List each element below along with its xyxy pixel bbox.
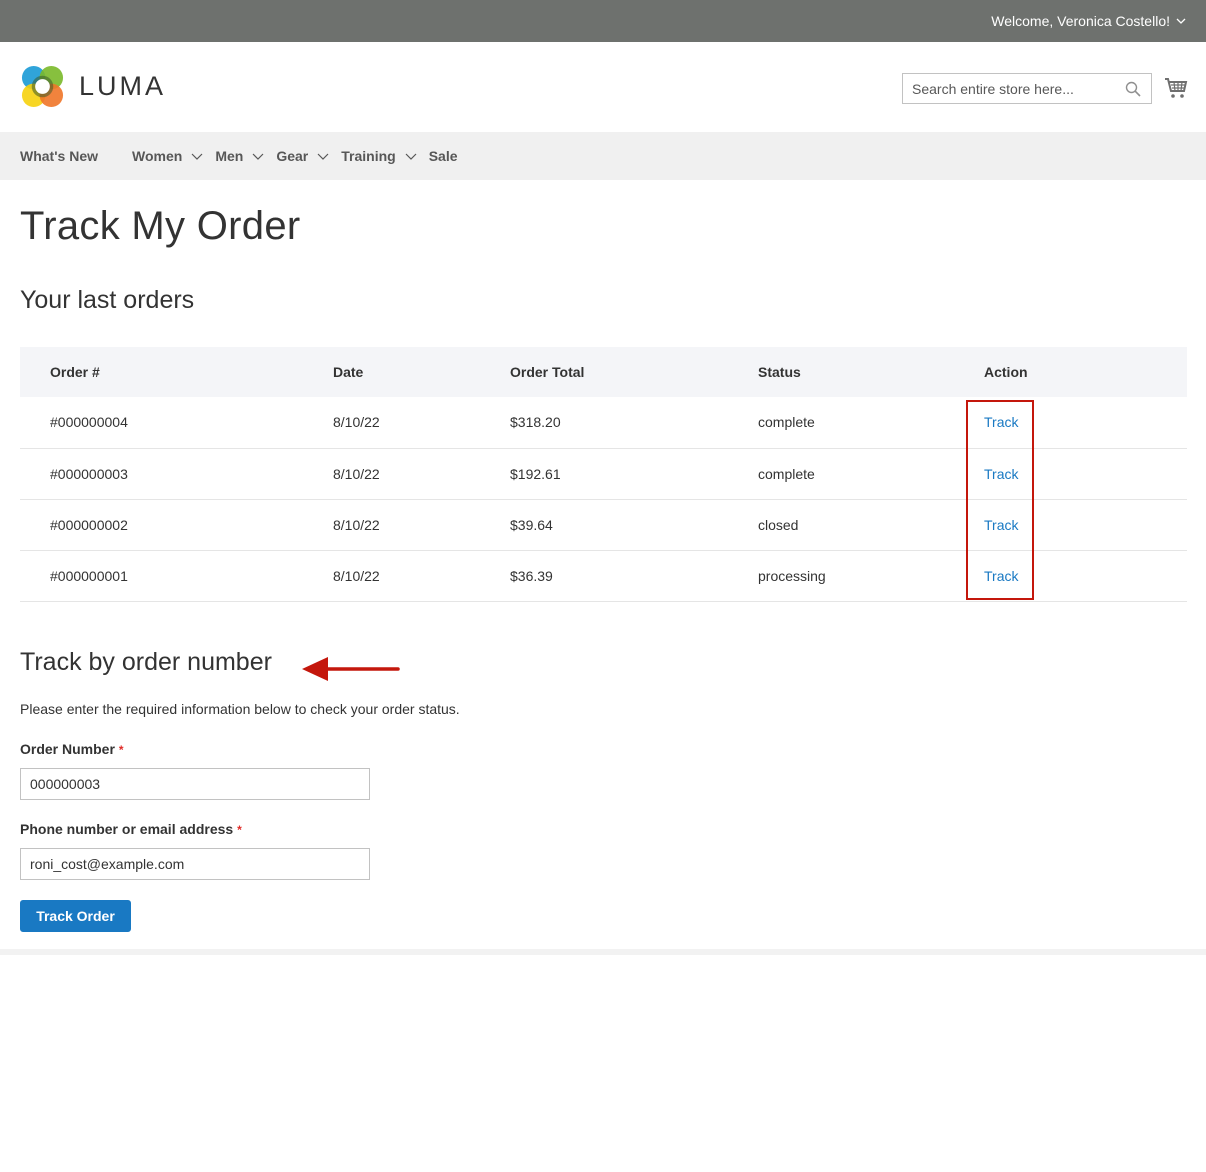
nav-item-training[interactable]: Training [341,148,417,164]
contact-label: Phone number or email address * [20,821,242,837]
table-header-row: Order # Date Order Total Status Action [20,347,1187,397]
track-link[interactable]: Track [984,414,1018,430]
nav-item-women[interactable]: Women [132,148,203,164]
order-total: $318.20 [510,397,758,449]
order-number-input[interactable] [20,768,370,800]
table-row: #000000002 8/10/22 $39.64 closed Track [20,499,1187,551]
column-header-status: Status [758,347,984,397]
nav-label: Men [215,148,244,164]
last-orders-title: Your last orders [20,286,195,314]
nav-label: What's New [20,148,99,164]
nav-label: Women [132,148,183,164]
nav-item-gear[interactable]: Gear [276,148,329,164]
table-row: #000000001 8/10/22 $36.39 processing Tra… [20,550,1187,602]
search-box [902,73,1152,104]
nav-label: Sale [428,148,458,164]
track-link[interactable]: Track [984,568,1018,584]
logo-link[interactable]: LUMA [20,64,166,109]
order-total: $36.39 [510,550,758,602]
order-number: #000000004 [20,397,333,449]
track-order-button[interactable]: Track Order [20,900,131,932]
order-number: #000000001 [20,550,333,602]
required-marker: * [237,823,242,837]
chevron-down-icon [317,153,329,160]
contact-label-text: Phone number or email address [20,821,234,837]
track-by-order-title: Track by order number [20,648,272,676]
cart-icon[interactable] [1164,76,1188,100]
luma-logo-icon [21,65,64,108]
nav-label: Gear [276,148,309,164]
column-header-total: Order Total [510,347,758,397]
order-number-label-text: Order Number [20,741,115,757]
order-status: closed [758,499,984,551]
search-input[interactable] [903,74,1151,103]
annotation-arrow-icon [302,657,400,681]
account-menu[interactable]: Welcome, Veronica Costello! [991,13,1186,29]
required-marker: * [118,743,124,757]
order-date: 8/10/22 [333,448,510,500]
order-action: Track [984,499,1187,551]
order-number: #000000002 [20,499,333,551]
nav-item-sale[interactable]: Sale [429,148,458,164]
search-icon[interactable] [1125,81,1141,97]
nav-item-whats-new[interactable]: What's New [20,148,98,164]
order-status: processing [758,550,984,602]
order-status: complete [758,448,984,500]
chevron-down-icon [191,153,203,160]
welcome-message: Welcome, Veronica Costello! [991,13,1170,29]
order-status: complete [758,397,984,449]
top-bar: Welcome, Veronica Costello! [0,0,1206,42]
order-number-label: Order Number * [20,741,124,757]
table-row: #000000003 8/10/22 $192.61 complete Trac… [20,448,1187,500]
order-date: 8/10/22 [333,550,510,602]
form-intro-text: Please enter the required information be… [20,701,460,717]
footer-divider [0,949,1206,955]
order-action: Track [984,550,1187,602]
order-date: 8/10/22 [333,499,510,551]
table-row: #000000004 8/10/22 $318.20 complete Trac… [20,397,1187,449]
nav-label: Training [341,148,396,164]
nav-item-men[interactable]: Men [215,148,264,164]
order-date: 8/10/22 [333,397,510,449]
order-number: #000000003 [20,448,333,500]
column-header-order: Order # [20,347,333,397]
column-header-action: Action [984,347,1187,397]
track-link[interactable]: Track [984,466,1018,482]
logo-text: LUMA [79,71,167,101]
contact-input[interactable] [20,848,370,880]
column-header-date: Date [333,347,510,397]
chevron-down-icon [405,153,417,160]
order-action: Track [984,397,1187,449]
page-title: Track My Order [20,204,301,248]
order-total: $192.61 [510,448,758,500]
chevron-down-icon [252,153,264,160]
order-total: $39.64 [510,499,758,551]
chevron-down-icon [1176,18,1186,24]
orders-table: Order # Date Order Total Status Action #… [20,347,1187,602]
main-navigation: What's New Women Men Gear Training Sale [0,132,1206,180]
order-action: Track [984,448,1187,500]
track-link[interactable]: Track [984,517,1018,533]
